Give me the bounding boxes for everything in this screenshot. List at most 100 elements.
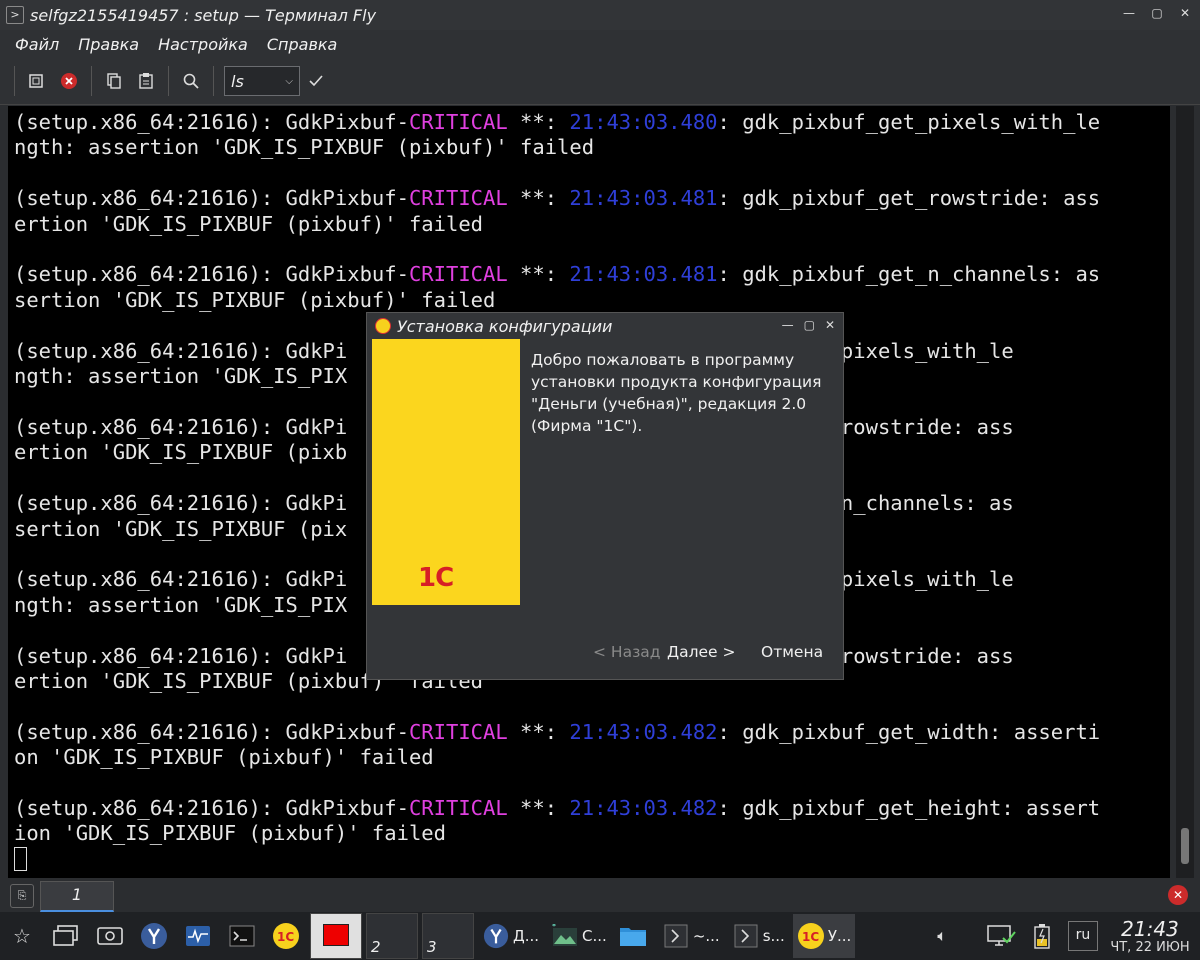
critical-label: CRITICAL	[408, 719, 508, 744]
1c-launcher-icon[interactable]: 1С	[268, 918, 304, 954]
1c-icon: 1С	[797, 922, 825, 950]
scrollbar-thumb[interactable]	[1181, 828, 1189, 864]
log-timestamp: 21:43:03.481	[569, 262, 718, 287]
terminal-line: ngth: assertion 'GDK_IS_PIXBUF (pixbuf)'…	[14, 135, 1170, 160]
next-button[interactable]: Далее >	[667, 643, 736, 661]
task-terminal-home[interactable]: ~...	[658, 914, 724, 958]
welcome-text: Добро пожаловать в программу установки п…	[531, 351, 822, 435]
task-label: s...	[762, 927, 785, 945]
terminal-icon	[662, 922, 690, 950]
new-tab-icon[interactable]	[24, 68, 50, 94]
task-label: С...	[582, 927, 607, 945]
task-yandex-browser[interactable]: Д...	[478, 914, 543, 958]
terminal-line: (setup.x86_64:21616): GdkPixbuf-CRITICAL…	[14, 262, 1170, 287]
toolbar-separator	[91, 66, 92, 96]
terminal-line: (setup.x86_64:21616): GdkPixbuf-CRITICAL…	[14, 720, 1170, 745]
menu-edit[interactable]: Правка	[78, 35, 139, 54]
folder-icon	[619, 922, 647, 950]
paste-icon[interactable]	[133, 68, 159, 94]
menu-settings[interactable]: Настройка	[158, 35, 248, 54]
terminal-line: on 'GDK_IS_PIXBUF (pixbuf)' failed	[14, 745, 1170, 770]
log-timestamp: 21:43:03.482	[569, 795, 718, 820]
terminal-text: : gdk_pixbuf_get_n_channels: as	[717, 262, 1101, 287]
toolbar-separator	[213, 66, 214, 96]
dialog-close-button[interactable]: ✕	[825, 318, 835, 332]
setup-dialog: Установка конфигурации — ▢ ✕ 1С Добро по…	[366, 312, 844, 680]
terminal-text: **:	[507, 719, 570, 744]
volume-icon[interactable]: 🔈︎	[928, 918, 956, 954]
minimize-button[interactable]: —	[1122, 6, 1136, 20]
terminal-scrollbar[interactable]	[1176, 106, 1194, 878]
window-title: selfgz2155419457 : setup — Терминал Fly	[30, 5, 377, 25]
1c-app-icon	[375, 318, 391, 334]
toolbar: ls ⌵	[0, 58, 1200, 105]
windows-switcher-icon[interactable]	[48, 918, 84, 954]
task-label: ~...	[692, 927, 720, 945]
close-tab-icon[interactable]	[56, 68, 82, 94]
terminal-line: ion 'GDK_IS_PIXBUF (pixbuf)' failed	[14, 821, 1170, 846]
task-terminal-setup[interactable]: s...	[728, 914, 789, 958]
svg-text:1С: 1С	[802, 930, 819, 944]
search-icon[interactable]	[178, 68, 204, 94]
new-session-icon[interactable]: ⎘	[10, 884, 34, 908]
terminal-cursor	[14, 846, 27, 871]
terminal-line: ertion 'GDK_IS_PIXBUF (pixbuf)' failed	[14, 212, 1170, 237]
run-command-icon[interactable]	[303, 68, 329, 94]
start-menu-star-icon[interactable]: ☆	[4, 918, 40, 954]
toolbar-separator	[168, 66, 169, 96]
terminal-text: **:	[507, 795, 570, 820]
terminal-text: (setup.x86_64:21616): GdkPixbuf-	[14, 795, 409, 820]
log-timestamp: 21:43:03.481	[569, 186, 718, 211]
terminal-launcher-icon[interactable]	[224, 918, 260, 954]
desktop-2[interactable]: 2	[366, 913, 418, 959]
clock[interactable]: 21:43 ЧТ, 22 ИЮН	[1106, 918, 1194, 955]
critical-label: CRITICAL	[408, 186, 508, 211]
terminal-icon	[732, 922, 760, 950]
terminal-text: ertion 'GDK_IS_PIXBUF (pixbuf)' failed	[14, 211, 483, 236]
clock-time: 21:43	[1121, 916, 1179, 941]
command-combobox[interactable]: ls ⌵	[224, 66, 300, 96]
taskbar: ☆ 1С 2 3 Д... * С... ~... s... 1С У... 🔈…	[0, 912, 1200, 960]
svg-text:*: *	[552, 924, 556, 931]
tab-session-1[interactable]: 1	[40, 880, 114, 912]
terminal-text: ngth: assertion 'GDK_IS_PIX	[14, 592, 348, 617]
critical-label: CRITICAL	[408, 262, 508, 287]
terminal-text: **:	[507, 186, 570, 211]
show-desktop-icon[interactable]	[92, 918, 128, 954]
dialog-minimize-button[interactable]: —	[782, 318, 794, 332]
desktop-1-window-thumb	[323, 924, 349, 946]
log-timestamp: 21:43:03.480	[569, 110, 718, 134]
yandex-browser-icon[interactable]	[136, 918, 172, 954]
back-button[interactable]: < Назад	[593, 643, 661, 661]
system-tray: 🔈︎ ru 21:43 ЧТ, 22 ИЮН	[924, 918, 1200, 955]
close-session-icon[interactable]: ✕	[1168, 885, 1188, 905]
dialog-maximize-button[interactable]: ▢	[804, 318, 815, 332]
close-button[interactable]: ✕	[1178, 6, 1192, 20]
terminal-text: sertion 'GDK_IS_PIXBUF (pixbuf)' failed	[14, 287, 496, 312]
task-1c-setup[interactable]: 1С У...	[792, 914, 856, 958]
keyboard-layout-indicator[interactable]: ru	[1068, 921, 1098, 951]
dialog-titlebar[interactable]: Установка конфигурации — ▢ ✕	[367, 313, 843, 339]
copy-icon[interactable]	[101, 68, 127, 94]
task-file-manager[interactable]	[615, 914, 654, 958]
desktop-1[interactable]	[310, 913, 362, 959]
product-banner: 1С	[372, 339, 520, 605]
cancel-button[interactable]: Отмена	[761, 643, 823, 661]
desktop-3[interactable]: 3	[422, 913, 474, 959]
image-viewer-icon: *	[551, 922, 579, 950]
task-label: У...	[827, 927, 852, 945]
1c-logo: 1С	[418, 563, 454, 593]
maximize-button[interactable]: ▢	[1150, 6, 1164, 20]
toolbar-separator	[14, 66, 15, 96]
menu-help[interactable]: Справка	[267, 35, 338, 54]
window-titlebar[interactable]: > selfgz2155419457 : setup — Терминал Fl…	[0, 0, 1200, 30]
critical-label: CRITICAL	[408, 110, 508, 134]
terminal-text: **:	[507, 110, 570, 134]
system-monitor-icon[interactable]	[180, 918, 216, 954]
menu-file[interactable]: Файл	[15, 35, 59, 54]
command-value: ls	[231, 71, 244, 91]
network-icon[interactable]	[984, 918, 1020, 954]
terminal-line: (setup.x86_64:21616): GdkPixbuf-CRITICAL…	[14, 186, 1170, 211]
battery-icon[interactable]	[1028, 918, 1056, 954]
task-image-viewer[interactable]: * С...	[547, 914, 611, 958]
